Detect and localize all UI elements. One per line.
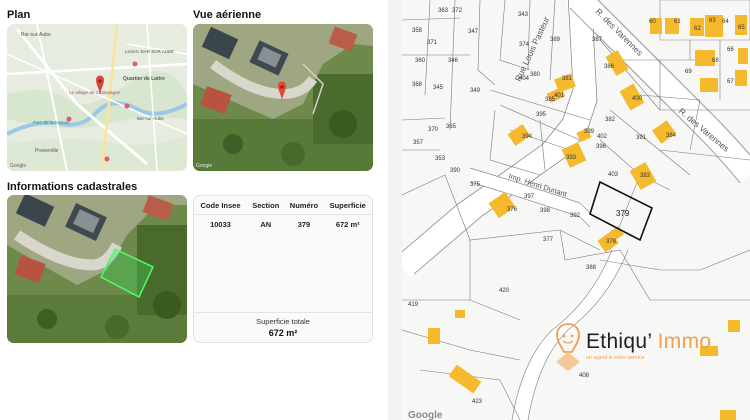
parcel-number: 391 <box>636 135 647 141</box>
left-panel: Plan Vue aérienne Informations cadastral… <box>0 0 388 420</box>
cadastral-aerial-map[interactable] <box>7 195 187 343</box>
table-row: 10033 AN 379 672 m² <box>194 215 372 235</box>
parcel-number: 388 <box>586 265 597 271</box>
parcel-number: 61 <box>674 19 681 25</box>
map-label: Leclerc BAR SUR AUBE <box>125 49 174 54</box>
parcel-number: 360 <box>415 58 426 64</box>
map-label: Proverville <box>35 148 59 154</box>
col-code-insee: Code Insee <box>194 196 248 215</box>
cell-code-insee: 10033 <box>210 220 231 229</box>
cadastral-info-card: Code Insee Section Numéro Superficie 100… <box>193 195 373 343</box>
parcel-number: 398 <box>540 208 551 214</box>
parcel-number: 370 <box>428 127 439 133</box>
parcel-number: 383 <box>640 173 651 179</box>
cell-superficie: 672 m² <box>335 220 360 229</box>
brand-name: Ethiqu’ Immo <box>586 330 711 354</box>
parcel-number: 375 <box>470 182 481 188</box>
parcel-number: 400 <box>632 96 643 102</box>
parcel-number: 403 <box>608 172 619 178</box>
parcel-number: 63 <box>709 18 716 24</box>
parcel-number: 60 <box>649 19 656 25</box>
map-label: Bar-sur-Aube <box>137 116 164 121</box>
parcel-number: 65 <box>738 25 745 31</box>
col-superficie: Superficie <box>323 196 372 215</box>
parcel-number: 390 <box>450 168 461 174</box>
cadastral-title: Informations cadastrales <box>7 181 138 193</box>
total-area: Superficie totale 672 m² <box>194 312 372 342</box>
parcel-number: 68 <box>712 58 719 64</box>
parcel-number: 368 <box>412 82 423 88</box>
parcel-number: 408 <box>579 373 590 379</box>
parcel-number: 69 <box>685 69 692 75</box>
parcel-number: 401 <box>554 93 565 99</box>
parcel-number: 387 <box>592 37 603 43</box>
col-section: Section <box>247 196 285 215</box>
google-logo: Google <box>10 163 26 169</box>
map-label: Quartier de Lattre <box>123 76 165 82</box>
parcel-number: 395 <box>536 112 547 118</box>
parcel-number: 423 <box>472 399 483 405</box>
parcel-number: 378 <box>606 239 617 245</box>
parcel-number: 64 <box>722 19 729 25</box>
map-label: Parc de la Grande <box>33 120 70 125</box>
parcel-number: 381 <box>562 76 573 82</box>
map-label: Bar-sur-Aube <box>21 32 51 38</box>
plan-title: Plan <box>7 9 31 21</box>
aerial-map[interactable]: Google <box>193 24 373 171</box>
parcel-number: 394 <box>522 134 533 140</box>
panel-divider <box>388 0 402 420</box>
parcel-number: 402 <box>597 134 608 140</box>
parcel-number: 347 <box>468 29 479 35</box>
cell-section: AN <box>260 220 272 229</box>
parcel-number: 374 <box>519 42 530 48</box>
parcel-number: 380 <box>530 72 541 78</box>
parcel-number: 365 <box>446 124 457 130</box>
parcel-number: 67 <box>727 79 734 85</box>
parcel-number: 404 <box>519 76 530 82</box>
aerial-title: Vue aérienne <box>193 9 262 21</box>
ethiqu-immo-logo-icon <box>556 323 580 371</box>
cadastral-table: Code Insee Section Numéro Superficie 100… <box>194 196 372 234</box>
parcel-number: 386 <box>604 64 615 70</box>
map-label: Le village de Champagne <box>69 90 121 95</box>
brand-tagline: un agent à votre service <box>586 355 645 361</box>
parcel-number: 66 <box>727 47 734 53</box>
parcel-number: 62 <box>694 26 701 32</box>
google-logo: Google <box>196 163 212 169</box>
parcel-number: 377 <box>543 237 554 243</box>
parcel-number: 357 <box>413 140 424 146</box>
parcel-number: 393 <box>566 155 577 161</box>
parcel-number: 392 <box>570 213 581 219</box>
total-area-value: 672 m² <box>268 328 298 338</box>
parcel-number: 382 <box>605 117 616 123</box>
google-logo: Google <box>408 410 443 420</box>
parcel-number: 396 <box>596 144 607 150</box>
parcel-number: 399 <box>584 129 595 135</box>
parcel-number: 345 <box>433 85 444 91</box>
parcel-number: 397 <box>524 194 535 200</box>
parcel-number: 389 <box>550 37 561 43</box>
parcel-number: 363 <box>438 8 449 14</box>
parcel-number: 349 <box>470 88 481 94</box>
parcel-number: 372 <box>452 8 463 14</box>
parcel-number: 384 <box>666 133 677 139</box>
parcel-number: 343 <box>518 12 529 18</box>
total-area-label: Superficie totale <box>256 317 310 326</box>
parcel-number: 420 <box>499 288 510 294</box>
parcel-number: 376 <box>507 207 518 213</box>
parcel-number: 358 <box>412 28 423 34</box>
parcel-number: 353 <box>435 156 446 162</box>
cell-numero: 379 <box>297 220 311 229</box>
selected-parcel-label: 379 <box>616 209 630 218</box>
brand-name-accent: Immo <box>657 330 712 353</box>
plan-map[interactable]: Bar-sur-Aube Leclerc BAR SUR AUBE Quarti… <box>7 24 187 171</box>
brand-name-main: Ethiqu’ <box>586 330 652 353</box>
parcel-number: 371 <box>427 40 438 46</box>
parcel-number: 346 <box>448 58 459 64</box>
col-numero: Numéro <box>284 196 324 215</box>
parcel-number: 419 <box>408 302 419 308</box>
parcel-number: 385 <box>545 97 556 103</box>
